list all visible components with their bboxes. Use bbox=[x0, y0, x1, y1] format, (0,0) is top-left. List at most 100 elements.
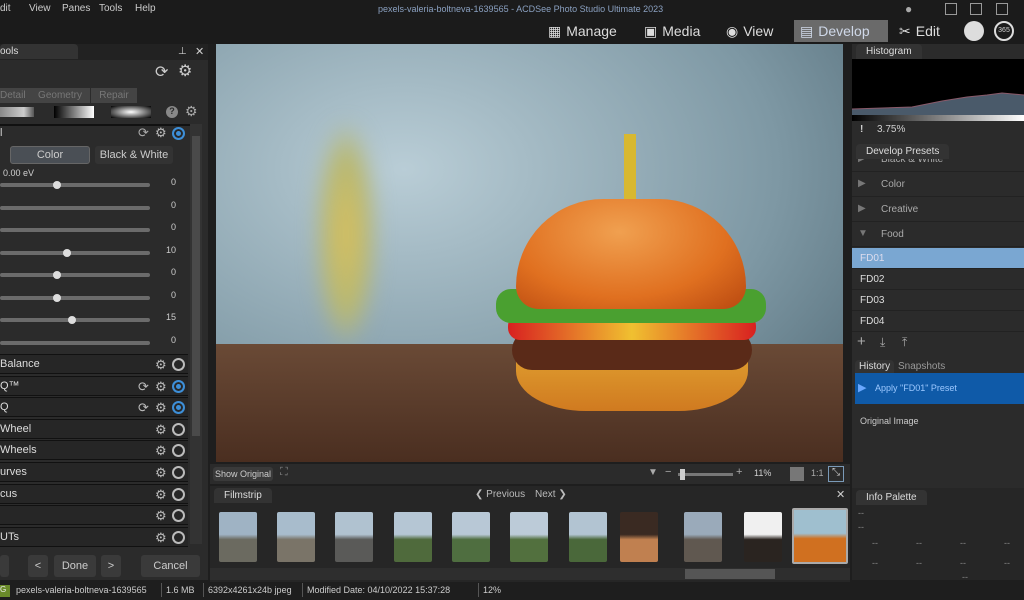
partial-button[interactable] bbox=[0, 555, 9, 577]
bw-mode-button[interactable]: Black & White bbox=[95, 146, 173, 164]
filmstrip-thumbnail[interactable] bbox=[335, 512, 373, 562]
tab-detail[interactable]: Detail bbox=[0, 88, 30, 103]
slider-thumb[interactable] bbox=[67, 316, 76, 324]
color-mode-button[interactable]: Color bbox=[10, 146, 90, 164]
tab-history[interactable]: History bbox=[855, 360, 895, 373]
preset-item[interactable]: FD03 bbox=[852, 290, 1024, 311]
previous-button[interactable]: ❮ Previous bbox=[475, 489, 525, 500]
enable-toggle[interactable] bbox=[172, 530, 185, 544]
adjustment-slider[interactable] bbox=[0, 228, 150, 232]
tool-section[interactable]: Q™ ⟳ ⚙ bbox=[0, 375, 188, 396]
user-icon[interactable]: ● bbox=[905, 2, 912, 16]
close-filmstrip-icon[interactable]: ✕ bbox=[836, 488, 845, 501]
cancel-button[interactable]: Cancel bbox=[141, 555, 200, 577]
adjustment-slider[interactable] bbox=[0, 340, 150, 345]
adjustment-slider[interactable] bbox=[0, 205, 150, 210]
mode-manage[interactable]: ▦ Manage bbox=[542, 20, 623, 42]
enable-toggle[interactable] bbox=[172, 466, 185, 479]
mode-view[interactable]: ◉ View bbox=[720, 20, 779, 42]
gear-icon[interactable]: ⚙ bbox=[155, 443, 167, 459]
zoom-dropdown[interactable] bbox=[790, 467, 804, 481]
preset-item[interactable]: FD04 bbox=[852, 311, 1024, 332]
tool-section[interactable]: Balance ⚙ bbox=[0, 354, 188, 374]
adjustment-slider[interactable] bbox=[0, 271, 150, 279]
previous-tool-button[interactable]: < bbox=[28, 555, 48, 577]
import-preset-icon[interactable]: ⤓ bbox=[880, 335, 885, 350]
menu-view[interactable]: View bbox=[29, 3, 51, 14]
tab-snapshots[interactable]: Snapshots bbox=[898, 361, 945, 372]
right-pane-toggle-icon[interactable] bbox=[996, 3, 1008, 15]
pin-icon[interactable]: ⊥ bbox=[178, 46, 187, 57]
mode-edit[interactable]: ✂ Edit bbox=[893, 20, 946, 42]
menu-edit[interactable]: dit bbox=[0, 3, 11, 14]
filmstrip-thumbnail[interactable] bbox=[684, 512, 722, 562]
adjustment-slider[interactable] bbox=[0, 181, 150, 189]
filmstrip-thumbnail[interactable] bbox=[569, 512, 607, 562]
next-tool-button[interactable]: > bbox=[101, 555, 121, 577]
gear-icon[interactable]: ⚙ bbox=[155, 357, 167, 373]
help-icon[interactable]: ? bbox=[166, 106, 178, 118]
history-item-selected[interactable]: ▶ Apply "FD01" Preset bbox=[855, 373, 1024, 404]
tool-section[interactable]: ⚙ bbox=[0, 505, 188, 526]
reset-all-icon[interactable]: ⟳ bbox=[155, 62, 168, 82]
zoom-menu-icon[interactable]: ▼ bbox=[648, 467, 658, 478]
close-icon[interactable]: ✕ bbox=[195, 45, 204, 58]
bottom-pane-toggle-icon[interactable] bbox=[970, 3, 982, 15]
show-original-button[interactable]: Show Original bbox=[213, 467, 273, 481]
filmstrip-thumbnail[interactable] bbox=[792, 508, 848, 564]
brush-icon[interactable] bbox=[0, 107, 34, 117]
zoom-out-icon[interactable]: − bbox=[665, 466, 671, 478]
radial-gradient-icon[interactable] bbox=[111, 106, 151, 118]
add-preset-icon[interactable]: + bbox=[857, 333, 866, 350]
menu-help[interactable]: Help bbox=[135, 3, 156, 14]
enable-toggle[interactable] bbox=[172, 487, 185, 501]
zoom-slider[interactable] bbox=[678, 469, 733, 480]
gear-icon[interactable]: ⚙ bbox=[155, 125, 167, 141]
main-image[interactable] bbox=[216, 44, 843, 462]
zoom-in-icon[interactable]: + bbox=[736, 466, 742, 478]
history-item[interactable]: Original Image bbox=[860, 416, 919, 426]
slider-thumb[interactable] bbox=[52, 293, 61, 302]
acdsee-365-icon[interactable]: 365 bbox=[994, 21, 1014, 41]
filmstrip-thumbnail[interactable] bbox=[277, 512, 315, 562]
preset-group[interactable]: ▶ Creative bbox=[852, 198, 1024, 222]
filmstrip-thumbnail[interactable] bbox=[744, 512, 782, 562]
tool-section[interactable]: urves ⚙ bbox=[0, 462, 188, 482]
preset-item[interactable]: FD02 bbox=[852, 269, 1024, 290]
filmstrip-scrollbar[interactable] bbox=[210, 568, 850, 580]
filmstrip-thumbnail[interactable] bbox=[510, 512, 548, 562]
reset-icon[interactable]: ⟳ bbox=[138, 379, 149, 395]
gear-icon[interactable]: ⚙ bbox=[155, 422, 167, 438]
enable-toggle[interactable] bbox=[172, 509, 185, 523]
fit-screen-icon[interactable]: ⤡ bbox=[828, 466, 844, 482]
filmstrip-thumbnail[interactable] bbox=[452, 512, 490, 562]
gear-icon[interactable]: ⚙ bbox=[155, 487, 167, 503]
enable-toggle[interactable] bbox=[172, 422, 185, 436]
export-preset-icon[interactable]: ⤒ bbox=[902, 335, 907, 350]
preset-group[interactable]: ▶ Color bbox=[852, 173, 1024, 197]
mode-media[interactable]: ▣ Media bbox=[638, 20, 706, 42]
gear-icon[interactable]: ⚙ bbox=[155, 465, 167, 481]
next-button[interactable]: Next ❯ bbox=[535, 489, 567, 500]
tool-section[interactable]: Wheels ⚙ bbox=[0, 440, 188, 461]
preset-item[interactable]: FD01 bbox=[852, 248, 1024, 269]
adjustment-slider[interactable] bbox=[0, 316, 150, 324]
tool-section[interactable]: Wheel ⚙ bbox=[0, 418, 188, 439]
filmstrip-thumbnail[interactable] bbox=[219, 512, 257, 562]
tab-repair[interactable]: Repair bbox=[91, 88, 137, 103]
reset-icon[interactable]: ⟳ bbox=[138, 125, 149, 141]
enable-toggle[interactable] bbox=[172, 444, 185, 458]
ai-icon[interactable] bbox=[964, 21, 984, 41]
clipping-warning-icon[interactable]: ! bbox=[860, 124, 863, 135]
tool-section[interactable]: UTs ⚙ bbox=[0, 526, 188, 547]
settings-icon[interactable]: ⚙ bbox=[178, 61, 192, 81]
reset-icon[interactable]: ⟳ bbox=[138, 400, 149, 416]
tab-geometry[interactable]: Geometry bbox=[30, 88, 90, 103]
done-button[interactable]: Done bbox=[54, 555, 96, 577]
fullscreen-icon[interactable]: ⛶ bbox=[280, 466, 288, 479]
adjustment-slider[interactable] bbox=[0, 293, 150, 302]
enable-toggle[interactable] bbox=[172, 401, 185, 415]
actual-size-button[interactable]: 1:1 bbox=[811, 468, 824, 478]
tool-section[interactable]: Q ⟳ ⚙ bbox=[0, 397, 188, 418]
scrollbar[interactable] bbox=[190, 124, 202, 544]
